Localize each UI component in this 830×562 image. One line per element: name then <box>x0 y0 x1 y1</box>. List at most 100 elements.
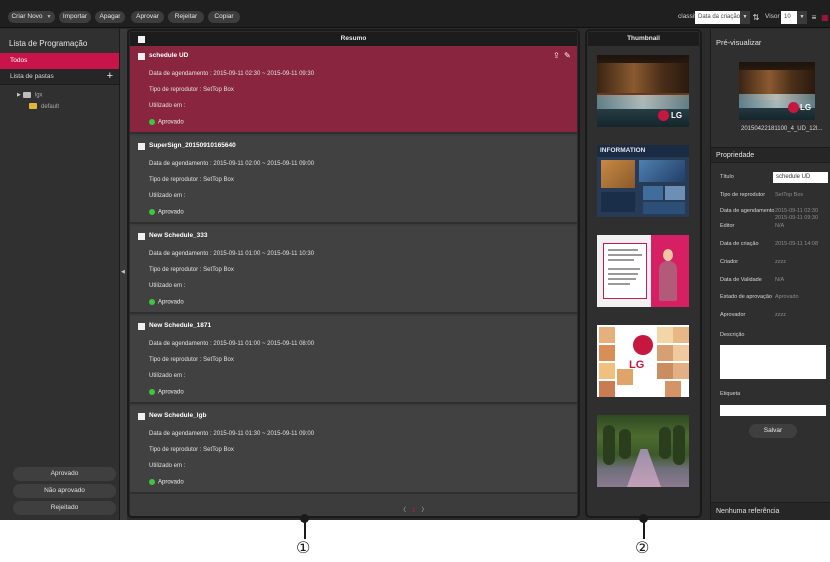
sort-dropdown-icon[interactable]: ▼ <box>740 11 750 24</box>
item-used-in: Utilizado em : <box>149 463 185 469</box>
list-view-icon[interactable]: ≡ <box>809 12 819 23</box>
collapse-arrow-icon[interactable]: ◀ <box>121 269 125 275</box>
next-page-icon[interactable]: 〉 <box>421 508 427 514</box>
schedule-item[interactable]: SuperSign_20150910165640 Data de agendam… <box>130 136 577 224</box>
import-button[interactable]: Importar <box>59 11 91 23</box>
item-schedule: Data de agendamento : 2015-09-11 01:30 ~… <box>149 431 314 437</box>
status-dot-icon <box>149 119 155 125</box>
item-checkbox[interactable] <box>138 413 145 420</box>
thumbnail-photo <box>639 160 685 182</box>
create-new-label: Criar Novo <box>11 13 43 20</box>
lg-logo-text: LG <box>629 359 645 371</box>
prev-page-icon[interactable]: 〈 <box>400 508 406 514</box>
status-badge: Aprovado <box>149 299 184 306</box>
edit-icon[interactable]: ✎ <box>564 51 571 60</box>
filter-not-approved-button[interactable]: Não aprovado <box>13 484 116 498</box>
sidebar-title: Lista de Programação <box>9 39 88 48</box>
schedule-item[interactable]: New Schedule_333 Data de agendamento : 2… <box>130 226 577 314</box>
approve-button[interactable]: Aprovar <box>131 11 164 23</box>
sidebar-splitter[interactable]: ◀ <box>120 29 127 520</box>
item-player-type: Tipo de reprodutor : SetTop Box <box>149 267 234 273</box>
delete-button[interactable]: Apagar <box>95 11 125 23</box>
title-input[interactable]: schedule UD <box>773 172 828 183</box>
sort-order-icon[interactable]: ⇅ <box>751 12 761 23</box>
thumbnail-promotion[interactable] <box>597 235 689 307</box>
filter-rejected-button[interactable]: Rejeitado <box>13 501 116 515</box>
create-new-button[interactable]: Criar Novo ▼ <box>8 11 55 23</box>
copy-button[interactable]: Copiar <box>208 11 240 23</box>
information-title: INFORMATION <box>597 145 689 157</box>
preview-image: LG <box>739 62 815 120</box>
thumbnail-person <box>659 261 677 301</box>
player-field-label: Tipo de reprodutor : <box>149 357 202 363</box>
tree-item-default[interactable]: default <box>29 102 59 112</box>
thumbnail-tree <box>619 429 631 459</box>
current-page[interactable]: 1 <box>412 508 415 514</box>
prop-player-label: Tipo de reprodutor <box>720 192 766 198</box>
thumbnail-garden[interactable] <box>597 415 689 487</box>
expand-arrow-icon[interactable]: ▶ <box>17 90 21 100</box>
schedule-field-label: Data de agendamento : <box>149 251 212 257</box>
properties-label: Propriedade <box>716 152 755 159</box>
toolbar: Criar Novo ▼ Importar Apagar Aprovar Reje… <box>0 0 830 28</box>
schedule-item[interactable]: New Schedule_1871 Data de agendamento : … <box>130 316 577 404</box>
save-button[interactable]: Salvar <box>749 424 797 438</box>
prop-validity-label: Data de Validade <box>720 277 762 283</box>
text-line <box>608 259 634 261</box>
sort-select[interactable]: Data da criação <box>695 11 740 24</box>
item-checkbox[interactable] <box>138 143 145 150</box>
item-schedule: Data de agendamento : 2015-09-11 02:30 ~… <box>149 71 314 77</box>
item-used-in: Utilizado em : <box>149 373 185 379</box>
tree-item-lgx[interactable]: ▶ lgx <box>17 90 43 100</box>
thumbnail-photo <box>643 202 685 214</box>
schedule-value: 2015-09-11 02:00 ~ 2015-09-11 09:00 <box>213 161 315 167</box>
tag-input[interactable] <box>720 405 826 416</box>
thumbnail-photo <box>673 363 689 379</box>
item-checkbox[interactable] <box>138 53 145 60</box>
item-checkbox[interactable] <box>138 323 145 330</box>
schedule-value: 2015-09-11 01:00 ~ 2015-09-11 08:00 <box>213 341 315 347</box>
view-count-dropdown-icon[interactable]: ▼ <box>797 11 807 24</box>
item-title: schedule UD <box>149 52 189 59</box>
upload-icon[interactable]: ⇪ <box>553 51 560 60</box>
text-line <box>608 283 630 285</box>
text-line <box>608 249 638 251</box>
view-count-select[interactable]: 10 <box>781 11 797 24</box>
prop-editor-value: N/A <box>775 223 785 229</box>
select-all-checkbox[interactable] <box>138 36 145 43</box>
sidebar-item-all[interactable]: Todos <box>0 53 119 69</box>
description-textarea[interactable] <box>720 345 826 379</box>
player-field-label: Tipo de reprodutor : <box>149 177 202 183</box>
prop-validity-value: N/A <box>775 277 785 283</box>
thumbnail-header: Thumbnail <box>588 32 699 46</box>
thumbnail-information[interactable]: INFORMATION <box>597 145 689 217</box>
thumbnail-panel: Thumbnail LG INFORMATION LG <box>588 32 699 516</box>
item-used-in: Utilizado em : <box>149 283 185 289</box>
item-used-in: Utilizado em : <box>149 193 185 199</box>
schedule-item[interactable]: New Schedule_lgb Data de agendamento : 2… <box>130 406 577 494</box>
status-dot-icon <box>149 299 155 305</box>
references-footer: Nenhuma referência <box>711 502 830 520</box>
filter-approved-button[interactable]: Aprovado <box>13 467 116 481</box>
add-folder-icon[interactable]: + <box>107 70 113 82</box>
properties-header: Propriedade <box>711 147 830 163</box>
thumbnail-tree <box>673 425 685 465</box>
status-label: Aprovado <box>158 389 184 396</box>
thumbnail-lg-collage[interactable]: LG <box>597 325 689 397</box>
item-title: New Schedule_1871 <box>149 322 212 329</box>
item-schedule: Data de agendamento : 2015-09-11 01:00 ~… <box>149 341 314 347</box>
item-checkbox[interactable] <box>138 233 145 240</box>
text-line <box>608 273 638 275</box>
schedule-item[interactable]: schedule UD ⇪ ✎ Data de agendamento : 20… <box>130 46 577 134</box>
callout-number-2: ② <box>635 538 650 557</box>
grid-view-icon[interactable]: ▦ <box>820 12 830 23</box>
thumbnail-scene <box>597 63 689 93</box>
thumbnail-tree <box>659 427 671 459</box>
callout-line <box>304 520 306 539</box>
reject-button[interactable]: Rejeitar <box>168 11 204 23</box>
prop-created-value: 2015-09-11 14:08 <box>775 241 819 247</box>
prop-title-label: Título <box>720 174 734 180</box>
thumbnail-river[interactable]: LG <box>597 55 689 127</box>
used-field-label: Utilizado em : <box>149 193 186 199</box>
folder-list-label: Lista de pastas <box>10 73 54 80</box>
